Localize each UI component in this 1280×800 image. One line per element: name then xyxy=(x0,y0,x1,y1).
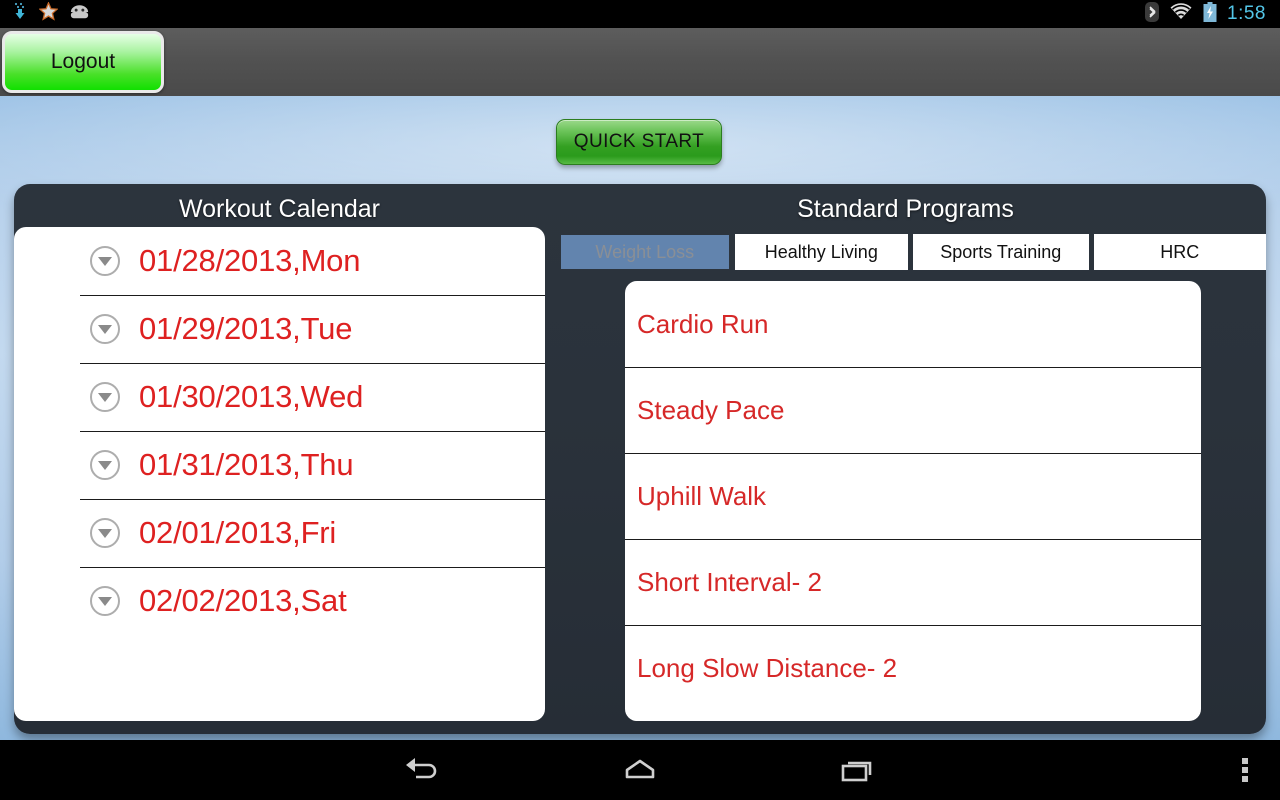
system-navigation-bar xyxy=(0,740,1280,800)
action-bar: Logout xyxy=(0,28,1280,97)
tab-weight-loss[interactable]: Weight Loss xyxy=(560,234,730,270)
calendar-date-label: 02/01/2013,Fri xyxy=(139,515,337,550)
calendar-date-label: 01/29/2013,Tue xyxy=(139,311,353,346)
calendar-row[interactable]: 02/02/2013,Sat xyxy=(14,567,545,635)
calendar-date-label: 01/31/2013,Thu xyxy=(139,447,354,482)
status-bar-system-icons: 1:58 xyxy=(1145,1,1280,27)
chevron-down-icon[interactable] xyxy=(90,382,120,412)
content-card: Workout Calendar Standard Programs 01/28… xyxy=(14,184,1266,734)
home-icon[interactable] xyxy=(580,740,700,800)
program-label: Short Interval- 2 xyxy=(637,566,822,597)
menu-dot xyxy=(1242,767,1248,773)
calendar-date-label: 01/28/2013,Mon xyxy=(139,243,361,278)
program-label: Uphill Walk xyxy=(637,480,767,511)
logout-button[interactable]: Logout xyxy=(2,31,164,93)
standard-programs-title: Standard Programs xyxy=(797,195,1014,223)
calendar-row[interactable]: 02/01/2013,Fri xyxy=(14,499,545,567)
calendar-date-label: 02/02/2013,Sat xyxy=(139,583,347,618)
program-category-tabs: Weight Loss Healthy Living Sports Traini… xyxy=(560,234,1266,270)
chevron-down-icon[interactable] xyxy=(90,450,120,480)
tab-hrc[interactable]: HRC xyxy=(1093,234,1266,270)
wifi-icon xyxy=(1169,2,1193,26)
back-icon[interactable] xyxy=(364,740,484,800)
tab-healthy-living[interactable]: Healthy Living xyxy=(734,234,909,270)
status-bar-clock: 1:58 xyxy=(1227,3,1266,24)
program-label: Steady Pace xyxy=(637,394,785,425)
chevron-down-icon[interactable] xyxy=(90,586,120,616)
program-row[interactable]: Cardio Run xyxy=(625,281,1201,367)
menu-dot xyxy=(1242,776,1248,782)
device-screen: 1:58 Logout QUICK START Workout Calendar… xyxy=(0,0,1280,800)
program-row[interactable]: Uphill Walk xyxy=(625,453,1201,539)
android-icon xyxy=(68,3,91,26)
calendar-date-label: 01/30/2013,Wed xyxy=(139,379,364,414)
calendar-row[interactable]: 01/28/2013,Mon xyxy=(14,227,545,295)
calendar-row[interactable]: 01/29/2013,Tue xyxy=(14,295,545,363)
battery-charging-icon xyxy=(1203,1,1217,27)
chevron-down-icon[interactable] xyxy=(90,518,120,548)
workout-calendar-list: 01/28/2013,Mon 01/29/2013,Tue 01/30/2013… xyxy=(14,227,545,721)
standard-programs-list: Cardio Run Steady Pace Uphill Walk Short… xyxy=(625,281,1201,721)
program-label: Long Slow Distance- 2 xyxy=(637,652,898,683)
program-label: Cardio Run xyxy=(637,308,769,339)
status-bar-notifications xyxy=(0,1,91,26)
app-content-area: QUICK START Workout Calendar Standard Pr… xyxy=(0,96,1280,740)
quick-start-button[interactable]: QUICK START xyxy=(556,119,722,165)
program-row[interactable]: Long Slow Distance- 2 xyxy=(625,625,1201,711)
status-bar: 1:58 xyxy=(0,0,1280,28)
chevron-down-icon[interactable] xyxy=(90,246,120,276)
bluetooth-icon xyxy=(1145,1,1160,27)
tab-sports-training[interactable]: Sports Training xyxy=(913,234,1089,270)
menu-dot xyxy=(1242,758,1248,764)
recent-apps-icon[interactable] xyxy=(797,740,917,800)
calendar-row[interactable]: 01/30/2013,Wed xyxy=(14,363,545,431)
program-row[interactable]: Steady Pace xyxy=(625,367,1201,453)
star-icon xyxy=(38,1,59,26)
overflow-menu-icon[interactable] xyxy=(1210,740,1280,800)
calendar-row[interactable]: 01/31/2013,Thu xyxy=(14,431,545,499)
program-row[interactable]: Short Interval- 2 xyxy=(625,539,1201,625)
chevron-down-icon[interactable] xyxy=(90,314,120,344)
workout-calendar-title: Workout Calendar xyxy=(178,195,381,223)
download-icon xyxy=(12,2,29,26)
